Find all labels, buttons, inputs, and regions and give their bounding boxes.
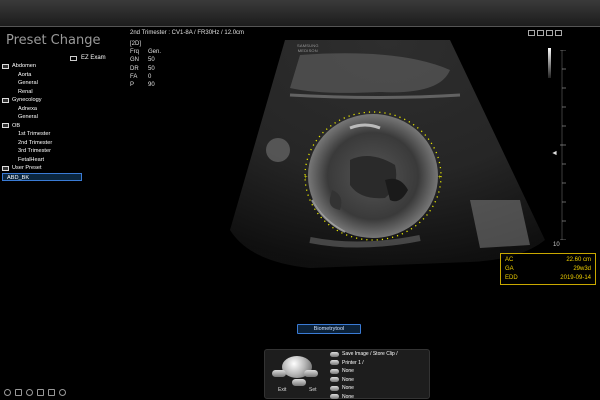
soft-tissue	[470, 200, 530, 248]
key-icon	[330, 377, 339, 383]
grayscale-bar	[548, 48, 551, 78]
network-icon	[546, 30, 553, 36]
measurement-value: 29w3d	[573, 266, 591, 272]
measurement-label: GA	[505, 266, 514, 272]
probe-icon	[528, 30, 535, 36]
placenta	[266, 138, 290, 162]
network-status-icon[interactable]	[48, 389, 55, 396]
measurement-results: AC 22.60 cm GA 29w3d EDD 2019-09-14	[500, 253, 596, 285]
keyboard-icon[interactable]	[15, 389, 22, 396]
measurement-row: EDD 2019-09-14	[505, 274, 591, 283]
measurement-row: GA 29w3d	[505, 265, 591, 274]
center-key-icon[interactable]	[292, 379, 306, 386]
key-assignment[interactable]: Printer 1 /	[330, 359, 398, 368]
depth-scale	[560, 50, 566, 240]
exit-key-icon[interactable]	[272, 370, 286, 377]
key-assignment[interactable]: None	[330, 384, 398, 393]
help-icon[interactable]	[59, 389, 66, 396]
key-assignment[interactable]: None	[330, 393, 398, 400]
key-assignment-label: None	[342, 393, 354, 400]
usb-status-icon[interactable]	[37, 389, 44, 396]
key-assignment-label: None	[342, 385, 354, 392]
caliper-marker: +	[438, 175, 442, 181]
depth-max-label: 10	[553, 242, 560, 248]
key-assignment[interactable]: None	[330, 376, 398, 385]
key-icon	[330, 360, 339, 366]
measurement-label: AC	[505, 257, 514, 263]
key-assignment-label: None	[342, 376, 354, 383]
biometry-tool-button[interactable]: Biometrytool	[297, 324, 361, 334]
top-right-icons	[528, 30, 562, 36]
measurement-row: AC 22.60 cm	[505, 256, 591, 265]
probe-status-icon[interactable]	[4, 389, 11, 396]
key-assignment[interactable]: Save Image / Store Clip /	[330, 350, 398, 359]
storage-icon	[537, 30, 544, 36]
set-key-icon[interactable]	[304, 370, 318, 377]
key-assignment-list: Save Image / Store Clip / Printer 1 / No…	[330, 350, 398, 400]
key-icon	[330, 351, 339, 357]
measurement-value: 22.60 cm	[566, 257, 591, 263]
focus-marker-icon[interactable]: ◄	[551, 150, 558, 157]
key-icon	[330, 368, 339, 374]
samsung-logo: SAMSUNG MEDISON	[297, 43, 319, 53]
key-assignment[interactable]: None	[330, 367, 398, 376]
settings-icon[interactable]	[26, 389, 33, 396]
key-assignment-label: None	[342, 368, 354, 375]
key-assignment-label: Save Image / Store Clip /	[342, 351, 398, 358]
key-icon	[330, 394, 339, 400]
set-label: Set	[309, 387, 317, 393]
caliper-marker: +	[304, 175, 308, 181]
bottom-status-icons	[4, 389, 66, 396]
logo-subtext: MEDISON	[297, 48, 318, 53]
key-assignment-label: Printer 1 /	[342, 359, 364, 366]
key-icon	[330, 385, 339, 391]
exit-label: Exit	[278, 387, 287, 393]
measurement-label: EDD	[505, 275, 518, 281]
ultrasound-image[interactable]: + +	[0, 0, 600, 400]
usb-icon	[555, 30, 562, 36]
measurement-value: 2019-09-14	[560, 275, 591, 281]
